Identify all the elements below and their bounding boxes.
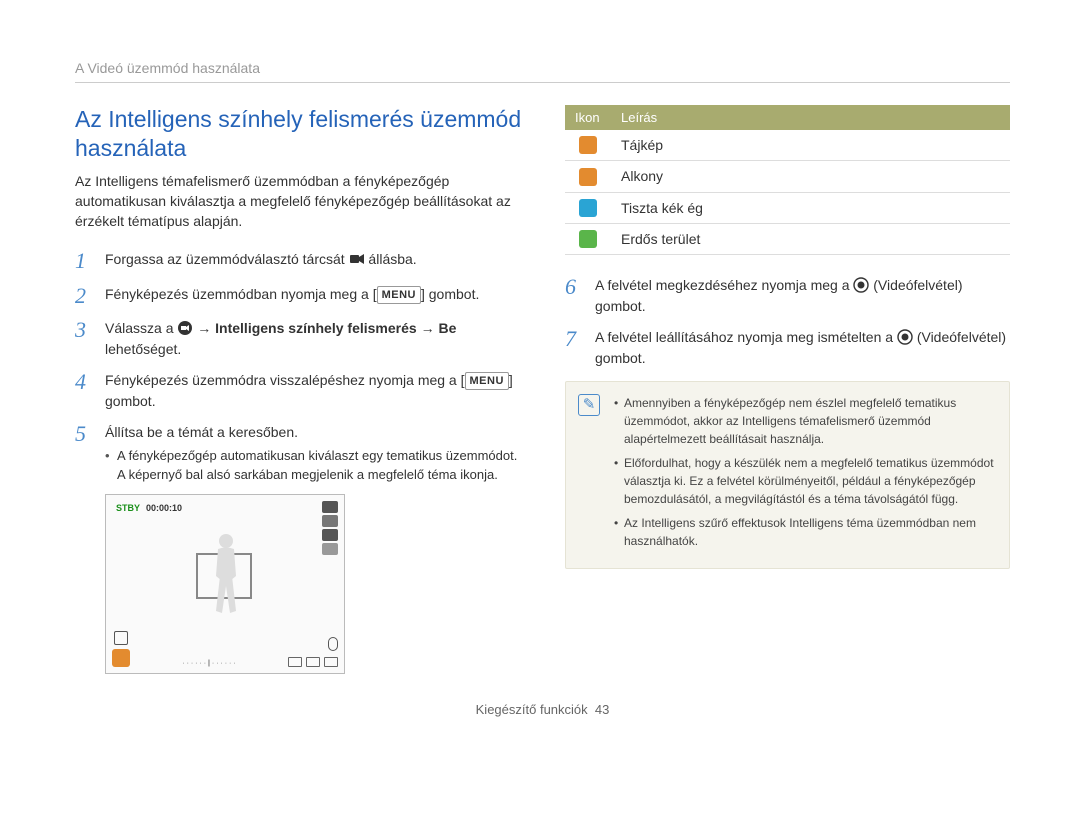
step-1: 1 Forgassa az üzemmódválasztó tárcsát ál… <box>75 249 525 273</box>
step-2: 2 Fényképezés üzemmódban nyomja meg a [M… <box>75 284 525 308</box>
step-4: 4 Fényképezés üzemmódra visszalépéshez n… <box>75 370 525 412</box>
step-number: 7 <box>565 327 595 369</box>
detected-theme-icon <box>112 649 130 667</box>
settings-mode-icon <box>177 320 193 336</box>
step-sub-bullet: A fényképezőgép automatikusan kiválaszt … <box>105 447 525 485</box>
footer-page-number: 43 <box>595 702 609 717</box>
camera-preview: STBY 00:00:10 <box>105 494 345 674</box>
step-text: állásba. <box>365 251 417 267</box>
th-desc: Leírás <box>611 105 1010 130</box>
note-icon: ✎ <box>578 394 600 416</box>
blue-sky-icon <box>579 199 597 217</box>
icon-description: Alkony <box>611 161 1010 192</box>
step-number: 5 <box>75 422 105 485</box>
step-7: 7 A felvétel leállításához nyomja meg is… <box>565 327 1010 369</box>
mic-icon <box>328 637 338 651</box>
step-text: A felvétel leállításához nyomja meg ismé… <box>595 329 897 345</box>
battery-icon <box>288 657 302 667</box>
battery-icon <box>324 657 338 667</box>
step-text: Állítsa be a témát a keresőben. <box>105 424 298 440</box>
breadcrumb: A Videó üzemmód használata <box>75 60 1010 76</box>
icon-description: Tiszta kék ég <box>611 192 1010 223</box>
step-text: Fényképezés üzemmódban nyomja meg a <box>105 286 373 302</box>
divider <box>75 82 1010 83</box>
step-5: 5 Állítsa be a témát a keresőben. A fény… <box>75 422 525 485</box>
note-box: ✎ Amennyiben a fényképezőgép nem észlel … <box>565 381 1010 569</box>
step-number: 3 <box>75 318 105 360</box>
forest-icon <box>579 230 597 248</box>
step-text: Fényképezés üzemmódra visszalépéshez nyo… <box>105 372 461 388</box>
step-text: gombot. <box>425 286 479 302</box>
sunset-icon <box>579 168 597 186</box>
step-bold: → Intelligens színhely felismerés → Be <box>193 320 456 336</box>
step-6: 6 A felvétel megkezdéséhez nyomja meg a … <box>565 275 1010 317</box>
intro-text: Az Intelligens témafelismerő üzemmódban … <box>75 171 525 232</box>
landscape-icon <box>579 136 597 154</box>
menu-button-icon: MENU <box>377 286 421 305</box>
page-footer: Kiegészítő funkciók 43 <box>75 702 1010 717</box>
step-text: lehetőséget. <box>105 341 181 357</box>
battery-icon <box>306 657 320 667</box>
icon-description: Erdős terület <box>611 223 1010 254</box>
menu-button-icon: MENU <box>465 372 509 391</box>
status-icons <box>288 657 338 667</box>
step-text: Válassza a <box>105 320 177 336</box>
rec-counter: 00:00:10 <box>146 503 182 513</box>
step-text: A felvétel megkezdéséhez nyomja meg a <box>595 277 853 293</box>
sunset-icon <box>565 161 611 192</box>
landscape-icon <box>565 130 611 161</box>
stby-label: STBY <box>116 503 140 513</box>
blue-sky-icon <box>565 192 611 223</box>
step-number: 6 <box>565 275 595 317</box>
note-item: Amennyiben a fényképezőgép nem észlel me… <box>614 394 995 448</box>
step-3: 3 Válassza a → Intelligens színhely feli… <box>75 318 525 360</box>
th-icon: Ikon <box>565 105 611 130</box>
video-mode-icon <box>349 251 365 267</box>
footer-label: Kiegészítő funkciók <box>476 702 588 717</box>
person-silhouette <box>206 531 246 621</box>
table-row: Alkony <box>565 161 1010 192</box>
step-number: 4 <box>75 370 105 412</box>
note-item: Az Intelligens szűrő effektusok Intellig… <box>614 514 995 550</box>
step-text: gombot. <box>105 393 156 409</box>
icon-table: Ikon Leírás TájképAlkonyTiszta kék égErd… <box>565 105 1010 255</box>
table-row: Tiszta kék ég <box>565 192 1010 223</box>
scale-indicator: · · · · · · | · · · · · · <box>130 660 288 667</box>
step-number: 1 <box>75 249 105 273</box>
step-text: Forgassa az üzemmódválasztó tárcsát <box>105 251 349 267</box>
icon-description: Tájkép <box>611 130 1010 161</box>
stabilizer-icon <box>114 631 128 645</box>
note-item: Előfordulhat, hogy a készülék nem a megf… <box>614 454 995 508</box>
page-title: Az Intelligens színhely felismerés üzemm… <box>75 105 525 163</box>
record-button-icon <box>853 277 869 293</box>
record-button-icon <box>897 329 913 345</box>
forest-icon <box>565 223 611 254</box>
table-row: Tájkép <box>565 130 1010 161</box>
osd-icon <box>322 501 338 513</box>
step-number: 2 <box>75 284 105 308</box>
table-row: Erdős terület <box>565 223 1010 254</box>
